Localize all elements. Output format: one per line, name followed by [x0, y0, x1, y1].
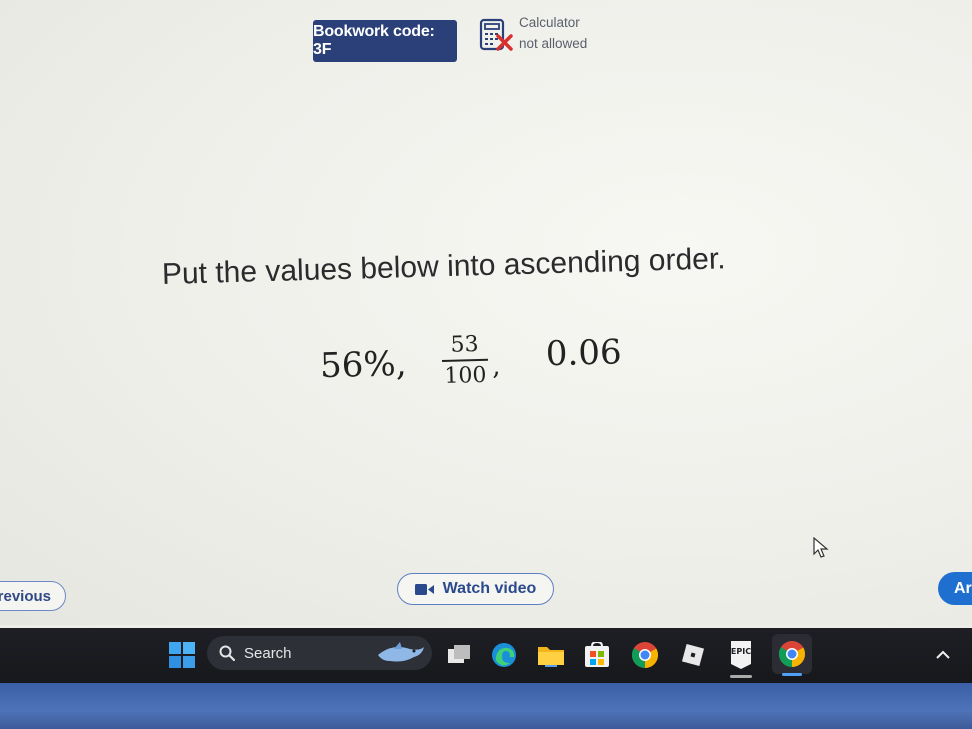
chrome-browser-icon [631, 642, 659, 669]
taskbar-chrome[interactable] [628, 638, 662, 672]
previous-button[interactable]: revious [0, 581, 66, 611]
value-decimal: 0.06 [545, 332, 623, 375]
fraction-numerator: 53 [450, 332, 479, 358]
answer-button[interactable]: Ar [938, 572, 972, 605]
fraction-bar [441, 358, 489, 362]
fraction-comma: , [491, 351, 501, 382]
edge-browser-icon [492, 643, 516, 667]
value-fraction: 53 100 [441, 332, 489, 389]
taskbar-file-explorer[interactable] [534, 638, 568, 672]
chrome-active-indicator [782, 673, 802, 676]
epic-games-icon: EPIC [731, 641, 751, 669]
mouse-pointer-icon [813, 537, 829, 558]
windows-taskbar: Search EPIC [0, 628, 972, 683]
taskbar-task-view[interactable] [442, 638, 476, 672]
fraction-denominator: 100 [444, 362, 487, 389]
bookwork-code-badge: Bookwork code: 3F [313, 20, 457, 62]
search-highlight-dolphin-icon [378, 642, 424, 662]
start-button[interactable] [165, 638, 199, 672]
sparx-question-page: Bookwork code: 3F Calculator not allowed… [0, 0, 972, 625]
folder-icon [538, 647, 564, 667]
chrome-browser-icon [778, 641, 806, 668]
taskbar-edge[interactable] [487, 638, 521, 672]
watch-video-label: Watch video [442, 580, 537, 597]
taskbar-chrome-active[interactable] [772, 634, 812, 676]
roblox-icon [681, 643, 705, 667]
search-icon [219, 645, 235, 661]
calculator-not-allowed-label: not allowed [519, 36, 588, 51]
calculator-status: Calculator not allowed [519, 12, 587, 54]
epic-logo-text: EPIC [731, 647, 751, 656]
watch-video-button[interactable]: Watch video [397, 573, 554, 605]
microsoft-store-icon [585, 642, 609, 667]
search-label: Search [244, 644, 292, 662]
chevron-up-icon [936, 650, 950, 659]
video-camera-icon [414, 583, 434, 595]
taskbar-store[interactable] [580, 638, 614, 672]
taskbar-epic-games[interactable]: EPIC [724, 638, 758, 678]
taskbar-search-input[interactable]: Search [207, 636, 432, 670]
values-to-order: 56%, 53 100 , 0.06 [319, 326, 640, 394]
taskbar-roblox[interactable] [676, 638, 710, 672]
laptop-bezel [0, 683, 972, 729]
value-percent: 56%, [319, 343, 407, 387]
calculator-label: Calculator [519, 15, 580, 30]
calculator-not-allowed-icon [479, 18, 513, 51]
epic-running-indicator [730, 675, 752, 678]
show-hidden-icons-button[interactable] [926, 638, 960, 672]
windows-logo-icon [169, 642, 195, 668]
question-prompt: Put the values below into ascending orde… [161, 242, 726, 291]
task-view-icon [448, 645, 470, 663]
